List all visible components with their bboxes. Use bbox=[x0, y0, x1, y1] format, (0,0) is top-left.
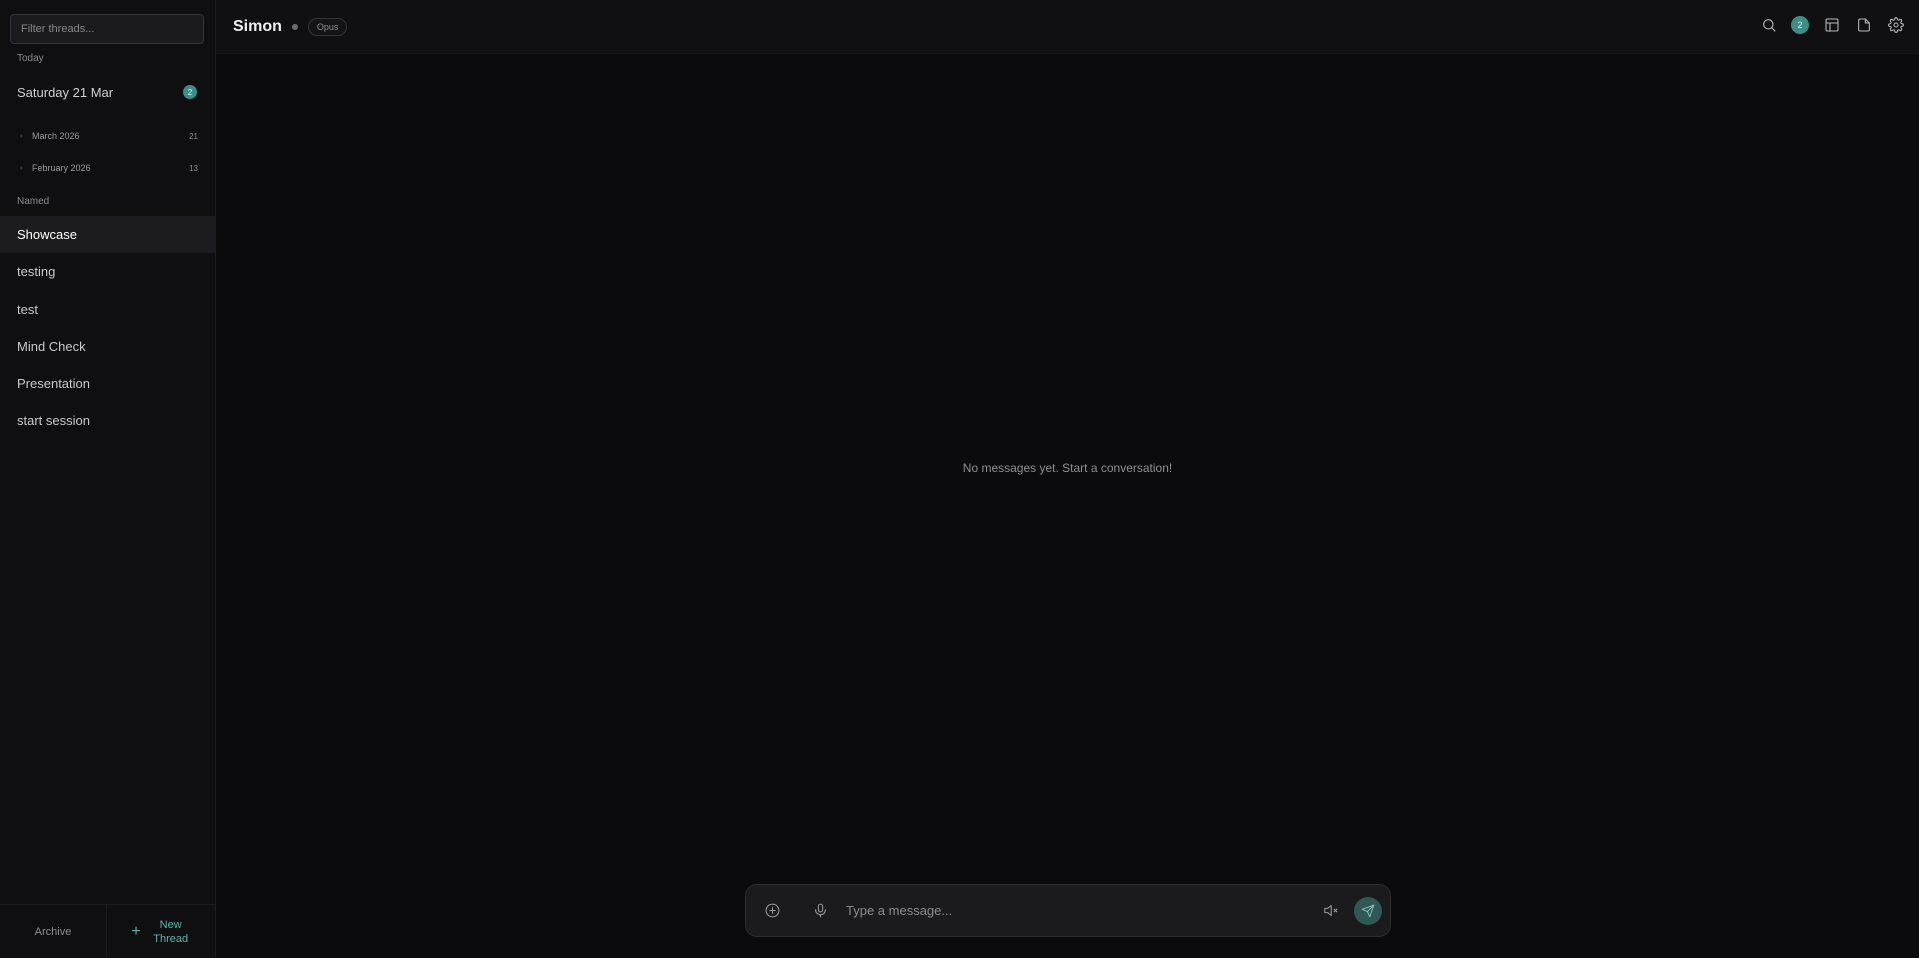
month-group-march-2026[interactable]: › March 2026 21 bbox=[0, 125, 215, 147]
thread-group-label: Saturday 21 Mar bbox=[17, 84, 114, 100]
month-label: March 2026 bbox=[32, 131, 80, 141]
add-icon[interactable] bbox=[760, 899, 784, 923]
plus-icon: + bbox=[131, 922, 141, 940]
document-icon[interactable] bbox=[1854, 15, 1873, 34]
new-thread-label: New Thread bbox=[153, 918, 189, 945]
thread-item-testing[interactable]: testing bbox=[0, 253, 215, 290]
search-icon[interactable] bbox=[1759, 15, 1778, 34]
chevron-right-icon: › bbox=[20, 164, 23, 172]
month-count: 21 bbox=[189, 131, 198, 141]
status-dot bbox=[291, 23, 298, 30]
send-icon bbox=[1361, 904, 1375, 917]
gear-icon[interactable] bbox=[1886, 15, 1905, 34]
empty-state-message: No messages yet. Start a conversation! bbox=[962, 461, 1173, 475]
sidebar: Today Saturday 21 Mar 2 › March 2026 21 … bbox=[0, 0, 216, 958]
microphone-icon[interactable] bbox=[808, 899, 832, 923]
section-label-today: Today bbox=[17, 53, 44, 64]
send-button[interactable] bbox=[1354, 896, 1382, 925]
filter-threads-input[interactable] bbox=[10, 14, 204, 44]
thread-group-saturday-21-mar[interactable]: Saturday 21 Mar 2 bbox=[0, 79, 215, 105]
layout-icon[interactable] bbox=[1822, 15, 1841, 34]
new-thread-button[interactable]: + New Thread bbox=[107, 905, 215, 958]
thread-item-showcase[interactable]: Showcase bbox=[0, 216, 215, 253]
month-label: February 2026 bbox=[32, 163, 91, 173]
unread-badge: 2 bbox=[183, 85, 197, 99]
archive-button[interactable]: Archive bbox=[0, 905, 107, 958]
message-composer bbox=[745, 884, 1391, 937]
month-count: 13 bbox=[189, 163, 198, 173]
thread-item-start-session[interactable]: start session bbox=[0, 402, 215, 439]
month-group-february-2026[interactable]: › February 2026 13 bbox=[0, 157, 215, 179]
mute-icon[interactable] bbox=[1318, 899, 1342, 923]
thread-item-test[interactable]: test bbox=[0, 291, 215, 328]
thread-item-mind-check[interactable]: Mind Check bbox=[0, 328, 215, 365]
notification-badge[interactable]: 2 bbox=[1791, 15, 1809, 34]
header-actions: 2 bbox=[1759, 15, 1905, 34]
message-input[interactable] bbox=[846, 895, 1318, 926]
app-window: Today Saturday 21 Mar 2 › March 2026 21 … bbox=[0, 0, 1919, 958]
section-label-named: Named bbox=[17, 196, 50, 207]
model-chip[interactable]: Opus bbox=[307, 17, 348, 36]
sidebar-footer: Archive + New Thread bbox=[0, 904, 215, 958]
thread-item-presentation[interactable]: Presentation bbox=[0, 365, 215, 402]
chat-header: Simon Opus 2 bbox=[216, 0, 1919, 54]
agent-name: Simon bbox=[233, 17, 282, 35]
chevron-right-icon: › bbox=[20, 132, 23, 140]
